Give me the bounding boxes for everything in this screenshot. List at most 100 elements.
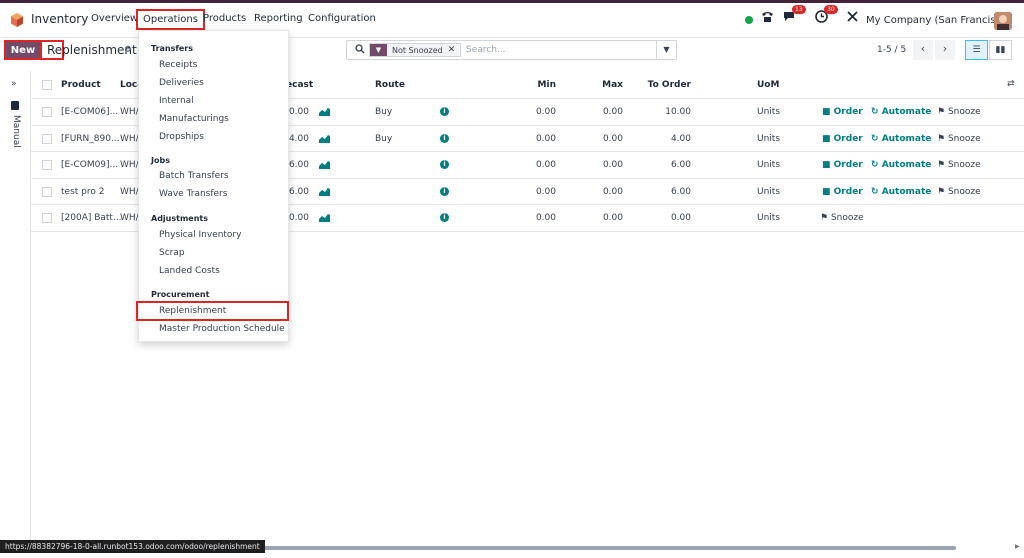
forecast-chart-icon[interactable] — [319, 160, 330, 169]
search-input[interactable]: Search... — [466, 45, 506, 55]
company-switcher[interactable]: My Company (San Francisco) — [866, 15, 1011, 26]
presence-status-icon — [745, 16, 753, 24]
snooze-button[interactable]: ⚑ Snooze — [937, 160, 981, 170]
dd-item-manufacturings[interactable]: Manufacturings — [159, 114, 229, 124]
menu-overview[interactable]: Overview — [91, 13, 138, 24]
automate-button[interactable]: ↻ Automate — [871, 187, 931, 197]
close-icon[interactable]: ✕ — [448, 45, 456, 55]
snooze-button[interactable]: ⚑ Snooze — [820, 213, 864, 223]
cell-route[interactable]: Buy — [375, 107, 392, 117]
sidebar-label[interactable]: Manual — [11, 115, 21, 148]
row-checkbox[interactable] — [42, 213, 52, 223]
cell-product[interactable]: [200A] Batt... — [61, 213, 122, 223]
row-checkbox[interactable] — [42, 133, 52, 144]
row-checkbox[interactable] — [42, 186, 52, 197]
snooze-button[interactable]: ⚑ Snooze — [937, 187, 981, 197]
menu-reporting[interactable]: Reporting — [254, 13, 303, 24]
menu-operations[interactable]: Operations — [136, 9, 205, 30]
forecast-chart-icon[interactable] — [319, 187, 330, 196]
refresh-icon: ↻ — [871, 186, 879, 197]
info-icon[interactable]: i — [440, 160, 449, 169]
dd-item-wave-transfers[interactable]: Wave Transfers — [159, 189, 227, 199]
col-route[interactable]: Route — [375, 80, 405, 90]
order-button[interactable]: ■ Order — [822, 107, 863, 117]
cell-location[interactable]: WH/ — [120, 187, 139, 197]
chevron-down-icon[interactable]: ▼ — [656, 41, 676, 59]
col-to-order[interactable]: To Order — [641, 80, 691, 90]
dd-item-deliveries[interactable]: Deliveries — [159, 78, 204, 88]
automate-button[interactable]: ↻ Automate — [871, 160, 931, 170]
chevron-left-icon[interactable]: ‹ — [913, 40, 933, 60]
row-checkbox[interactable] — [42, 107, 52, 117]
select-all-checkbox[interactable] — [42, 80, 52, 90]
automate-button[interactable]: ↻ Automate — [871, 134, 931, 144]
kanban-view-icon[interactable]: ▮▮ — [989, 40, 1012, 60]
cell-location[interactable]: WH/ — [120, 160, 139, 170]
cell-to-order[interactable]: 10.00 — [641, 107, 691, 117]
gear-icon[interactable]: ⚙ — [124, 45, 132, 55]
info-icon[interactable]: i — [440, 133, 449, 143]
search-icon[interactable] — [355, 44, 365, 57]
forecast-chart-icon[interactable] — [319, 213, 330, 222]
tools-icon[interactable] — [846, 10, 859, 26]
order-button[interactable]: ■ Order — [822, 160, 863, 170]
cell-to-order[interactable]: 0.00 — [641, 213, 691, 223]
snooze-button[interactable]: ⚑ Snooze — [937, 134, 981, 144]
cell-product[interactable]: test pro 2 — [61, 187, 104, 197]
list-view-icon[interactable]: ☰ — [965, 40, 988, 60]
dd-item-replenishment[interactable]: Replenishment — [159, 306, 226, 316]
dd-item-landed-costs[interactable]: Landed Costs — [159, 266, 220, 276]
dd-item-dropships[interactable]: Dropships — [159, 132, 204, 142]
cell-location[interactable]: WH/ — [120, 134, 139, 144]
dd-item-batch-transfers[interactable]: Batch Transfers — [159, 171, 229, 181]
order-button[interactable]: ■ Order — [822, 187, 863, 197]
cell-product[interactable]: [FURN_890... — [61, 134, 120, 144]
row-checkbox[interactable] — [42, 160, 52, 170]
forecast-chart-icon[interactable] — [319, 107, 330, 116]
horizontal-scrollbar[interactable] — [250, 546, 956, 550]
cell-uom: Units — [757, 133, 781, 144]
forecast-chart-icon[interactable] — [319, 134, 330, 143]
cell-product[interactable]: [E-COM06]... — [61, 107, 118, 117]
info-icon[interactable]: i — [440, 186, 449, 196]
cell-location[interactable]: WH/ — [120, 107, 139, 117]
user-avatar[interactable] — [994, 12, 1012, 30]
menu-configuration[interactable]: Configuration — [308, 13, 376, 24]
dd-item-receipts[interactable]: Receipts — [159, 60, 197, 70]
scroll-right-icon[interactable]: ▶ — [1015, 543, 1020, 550]
col-forecast[interactable]: ecast — [286, 80, 313, 90]
cell-product[interactable]: [E-COM09]... — [61, 160, 118, 170]
info-icon[interactable]: i — [440, 213, 449, 222]
col-min[interactable]: Min — [526, 80, 556, 90]
snooze-button[interactable]: ⚑ Snooze — [937, 107, 981, 117]
chevron-double-right-icon[interactable]: » — [11, 79, 17, 89]
dd-item-physical-inventory[interactable]: Physical Inventory — [159, 230, 241, 240]
col-product[interactable]: Product — [61, 80, 101, 90]
search-bar[interactable]: ▼ Not Snoozed ✕ Search... ▼ — [346, 40, 677, 60]
refresh-icon: ↻ — [871, 133, 879, 144]
pager-value[interactable]: 1-5 / 5 — [877, 45, 906, 55]
messages-icon[interactable]: 13 — [783, 5, 806, 26]
activities-clock-icon[interactable]: 30 — [815, 5, 838, 26]
menu-products[interactable]: Products — [203, 13, 246, 24]
chevron-right-icon[interactable]: › — [935, 40, 955, 60]
col-max[interactable]: Max — [593, 80, 623, 90]
dd-item-internal[interactable]: Internal — [159, 96, 194, 106]
messages-badge: 13 — [792, 5, 806, 14]
automate-button[interactable]: ↻ Automate — [871, 107, 931, 117]
order-button[interactable]: ■ Order — [822, 134, 863, 144]
col-uom[interactable]: UoM — [757, 80, 779, 90]
new-button[interactable]: New — [4, 40, 42, 60]
inventory-app-icon[interactable] — [10, 13, 24, 27]
app-title[interactable]: Inventory — [31, 12, 88, 26]
cell-route[interactable]: Buy — [375, 134, 392, 144]
dd-item-scrap[interactable]: Scrap — [159, 248, 185, 258]
dd-item-master-production-schedule[interactable]: Master Production Schedule — [159, 324, 285, 334]
cell-to-order[interactable]: 6.00 — [641, 187, 691, 197]
phone-icon[interactable] — [761, 10, 774, 26]
info-icon[interactable]: i — [440, 107, 449, 116]
optional-columns-icon[interactable]: ⇄ — [1007, 79, 1015, 89]
cell-location[interactable]: WH/ — [120, 213, 139, 223]
cell-to-order[interactable]: 6.00 — [641, 160, 691, 170]
cell-to-order[interactable]: 4.00 — [641, 134, 691, 144]
